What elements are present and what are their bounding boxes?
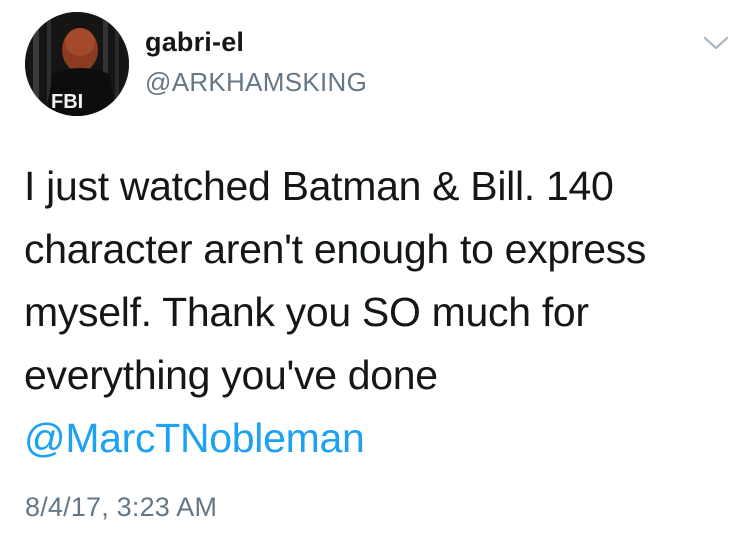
user-handle[interactable]: @ARKHAMSKING bbox=[145, 67, 367, 98]
avatar[interactable]: FBI bbox=[25, 12, 129, 116]
tweet-text-line: myself. Thank you SO much for bbox=[24, 289, 589, 335]
tweet-card: FBI gabri-el @ARKHAMSKING I just watched… bbox=[0, 0, 750, 546]
tweet-text-line: I just watched Batman & Bill. 140 bbox=[24, 163, 614, 209]
tweet-text-line: character aren't enough to express bbox=[24, 226, 647, 272]
display-name[interactable]: gabri-el bbox=[145, 27, 244, 58]
svg-text:FBI: FBI bbox=[51, 91, 83, 113]
tweet-text-line: everything you've done bbox=[24, 352, 438, 398]
avatar-photo: FBI bbox=[25, 12, 129, 116]
tweet-text: I just watched Batman & Bill. 140 charac… bbox=[24, 155, 724, 470]
chevron-down-icon[interactable] bbox=[702, 33, 730, 53]
mention-link[interactable]: @MarcTNobleman bbox=[24, 407, 724, 470]
tweet-timestamp[interactable]: 8/4/17, 3:23 AM bbox=[25, 492, 217, 523]
